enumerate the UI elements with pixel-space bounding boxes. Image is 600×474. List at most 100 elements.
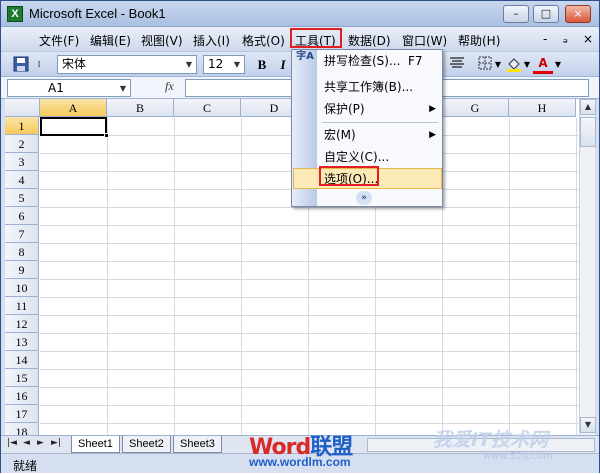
column-header[interactable]: A xyxy=(40,99,107,117)
menu-insert[interactable]: 插入(I) xyxy=(193,32,230,49)
chevron-down-icon: ▼ xyxy=(119,84,127,93)
column-header[interactable]: C xyxy=(174,99,241,117)
menu-data[interactable]: 数据(D) xyxy=(348,32,391,49)
menu-item-label: 共享工作簿(B)... xyxy=(324,80,414,94)
prev-sheet-icon[interactable]: ◄ xyxy=(23,438,30,448)
tools-menu-highlight-box xyxy=(290,28,342,48)
menu-item-macro[interactable]: 宏(M) ▶ xyxy=(318,124,442,146)
row-header[interactable]: 15 xyxy=(5,369,39,387)
column-header[interactable]: B xyxy=(107,99,174,117)
gridline-vertical xyxy=(509,118,510,435)
sheet-tab-bar: |◄ ◄ ► ►| Sheet1 Sheet2 Sheet3 xyxy=(1,435,599,453)
row-header[interactable]: 8 xyxy=(5,243,39,261)
row-header[interactable]: 14 xyxy=(5,351,39,369)
menu-window[interactable]: 窗口(W) xyxy=(402,32,447,49)
title-bar: X Microsoft Excel - Book1 – □ × xyxy=(1,1,599,27)
row-header[interactable]: 10 xyxy=(5,279,39,297)
row-header[interactable]: 5 xyxy=(5,189,39,207)
doc-close-button[interactable]: × xyxy=(583,32,593,46)
italic-button[interactable]: I xyxy=(273,56,293,74)
fill-color-icon[interactable] xyxy=(504,56,524,74)
last-sheet-icon[interactable]: ►| xyxy=(51,438,61,448)
row-header[interactable]: 6 xyxy=(5,207,39,225)
chevron-down-icon[interactable]: ▼ xyxy=(553,56,563,74)
menu-edit[interactable]: 编辑(E) xyxy=(90,32,131,49)
toolbar-options-icon[interactable]: ⁞ xyxy=(35,56,43,74)
vertical-scrollbar[interactable]: ▲ ▼ xyxy=(579,99,596,435)
next-sheet-icon[interactable]: ► xyxy=(37,438,44,448)
row-header[interactable]: 13 xyxy=(5,333,39,351)
menu-view[interactable]: 视图(V) xyxy=(141,32,183,49)
font-color-button[interactable]: A xyxy=(533,56,553,74)
insert-function-icon[interactable]: fx xyxy=(165,79,174,94)
chevron-down-icon: ▼ xyxy=(185,60,193,69)
font-size-select[interactable]: 12 ▼ xyxy=(203,55,245,74)
excel-window: X Microsoft Excel - Book1 – □ × 文件(F) 编辑… xyxy=(0,0,600,473)
minimize-button[interactable]: – xyxy=(503,5,529,23)
sheet-tab-sheet2[interactable]: Sheet2 xyxy=(122,436,171,453)
submenu-arrow-icon: ▶ xyxy=(429,104,436,114)
row-header[interactable]: 17 xyxy=(5,405,39,423)
menu-item-label: 拼写检查(S)... xyxy=(324,54,401,68)
expand-menu-icon[interactable]: » xyxy=(356,191,372,205)
menu-format[interactable]: 格式(O) xyxy=(242,32,285,49)
status-bar: 就绪 xyxy=(1,453,599,473)
close-button[interactable]: × xyxy=(565,5,591,23)
gridline-horizontal xyxy=(40,225,579,226)
sheet-tab-sheet3[interactable]: Sheet3 xyxy=(173,436,222,453)
column-header[interactable]: G xyxy=(442,99,509,117)
name-box-value: A1 xyxy=(48,81,64,95)
doc-restore-button[interactable]: ₔ xyxy=(563,32,568,46)
maximize-button[interactable]: □ xyxy=(533,5,559,23)
chevron-down-icon[interactable]: ▼ xyxy=(522,56,532,74)
gridline-horizontal xyxy=(40,333,579,334)
submenu-arrow-icon: ▶ xyxy=(429,130,436,140)
options-highlight-box xyxy=(319,166,379,186)
status-text: 就绪 xyxy=(13,459,38,473)
select-all-corner[interactable] xyxy=(5,99,40,117)
gridline-horizontal xyxy=(40,387,579,388)
scroll-thumb[interactable] xyxy=(580,117,596,147)
menu-item-spelling[interactable]: 拼写检查(S)... F7 xyxy=(318,50,442,72)
first-sheet-icon[interactable]: |◄ xyxy=(7,438,17,448)
menu-file[interactable]: 文件(F) xyxy=(39,32,79,49)
font-name-select[interactable]: 宋体 ▼ xyxy=(57,55,197,74)
gridline-horizontal xyxy=(40,279,579,280)
row-header[interactable]: 3 xyxy=(5,153,39,171)
scroll-down-icon[interactable]: ▼ xyxy=(580,417,596,433)
sheet-tab-sheet1[interactable]: Sheet1 xyxy=(71,436,120,453)
chevron-down-icon[interactable]: ▼ xyxy=(493,56,503,74)
active-cell-a1[interactable] xyxy=(40,117,107,136)
menu-item-share-workbook[interactable]: 共享工作簿(B)... xyxy=(318,76,442,98)
scroll-up-icon[interactable]: ▲ xyxy=(580,99,596,115)
menu-help[interactable]: 帮助(H) xyxy=(458,32,500,49)
row-header[interactable]: 12 xyxy=(5,315,39,333)
save-icon[interactable] xyxy=(11,56,31,74)
row-header[interactable]: 1 xyxy=(5,117,39,135)
row-header[interactable]: 4 xyxy=(5,171,39,189)
row-header[interactable]: 11 xyxy=(5,297,39,315)
menu-item-customize[interactable]: 自定义(C)... xyxy=(318,146,442,168)
bold-button[interactable]: B xyxy=(252,56,272,74)
column-header[interactable]: H xyxy=(509,99,576,117)
menu-separator xyxy=(322,122,438,123)
row-header[interactable]: 7 xyxy=(5,225,39,243)
align-icon[interactable] xyxy=(447,56,467,74)
name-box[interactable]: A1 ▼ xyxy=(7,79,131,97)
fill-handle[interactable] xyxy=(104,133,109,138)
doc-minimize-button[interactable]: - xyxy=(543,32,547,46)
horizontal-scrollbar[interactable] xyxy=(367,438,595,452)
menu-item-label: 宏(M) xyxy=(324,128,356,142)
row-header[interactable]: 2 xyxy=(5,135,39,153)
row-header[interactable]: 9 xyxy=(5,261,39,279)
gridline-vertical xyxy=(576,118,577,435)
row-header[interactable]: 18 xyxy=(5,423,39,435)
excel-app-icon[interactable]: X xyxy=(7,6,23,22)
gridline-horizontal xyxy=(40,423,579,424)
menu-item-label: 保护(P) xyxy=(324,102,365,116)
menu-item-protection[interactable]: 保护(P) ▶ xyxy=(318,98,442,120)
borders-icon[interactable] xyxy=(475,56,495,74)
row-header[interactable]: 16 xyxy=(5,387,39,405)
gridline-horizontal xyxy=(40,315,579,316)
gridline-horizontal xyxy=(40,405,579,406)
